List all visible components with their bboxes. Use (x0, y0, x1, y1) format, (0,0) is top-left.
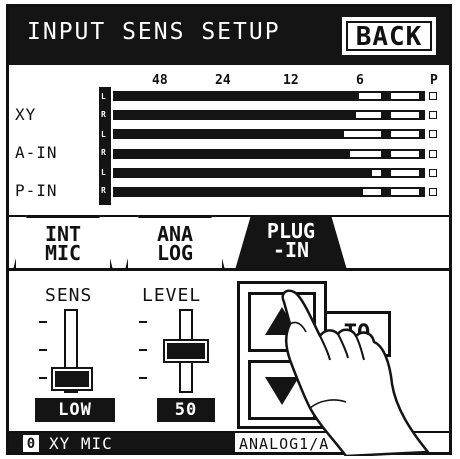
meter-bar-unlit (391, 170, 419, 176)
scale-label-24: 24 (215, 73, 231, 88)
tab-int-mic[interactable]: INT MIC (13, 215, 113, 270)
channel-letter: R (101, 186, 106, 195)
input-status: 0 XY MIC (9, 433, 235, 453)
pointing-hand-icon (281, 289, 430, 456)
meter-bar-unlit (391, 131, 419, 137)
peak-indicator (429, 92, 437, 100)
scale-label-peak: P (430, 73, 438, 88)
tab-label: LOG (156, 241, 194, 265)
slider-tick (39, 377, 47, 379)
page-title: INPUT SENS SETUP (27, 19, 281, 45)
row-label-a-in: A-IN (15, 143, 58, 162)
sens-label: SENS (45, 285, 93, 306)
meter-bar (113, 168, 425, 178)
preset-number: 0 (23, 435, 39, 452)
meter-bar-unlit (363, 189, 381, 195)
slider-tick (39, 321, 47, 323)
meter-bar-unlit (391, 189, 419, 195)
channel-letter: L (101, 92, 106, 101)
level-meter: 48 24 12 6 P XY A-IN P-IN L R L R L R (9, 65, 449, 217)
peak-indicator (429, 111, 437, 119)
level-label: LEVEL (142, 285, 202, 306)
scale-label-12: 12 (283, 73, 299, 88)
tab-label: -IN (272, 238, 310, 262)
channel-letter: R (101, 148, 106, 157)
row-label-p-in: P-IN (15, 181, 58, 200)
input-name: XY MIC (49, 434, 113, 453)
slider-tick (139, 349, 147, 351)
input-tabs: INT MIC ANA LOG PLUG -IN (9, 215, 449, 270)
slider-tick (39, 349, 47, 351)
meter-bar-unlit (356, 112, 381, 118)
meter-bar-unlit (391, 112, 419, 118)
scale-label-48: 48 (152, 73, 168, 88)
meter-bar (113, 187, 425, 197)
level-value: 50 (157, 398, 215, 422)
tab-label: MIC (44, 241, 82, 265)
sens-slider-knob[interactable] (51, 367, 93, 391)
channel-letter-column: L R L R L R (99, 87, 111, 205)
meter-bar-unlit (359, 93, 381, 99)
tab-analog[interactable]: ANA LOG (125, 215, 225, 270)
channel-letter: R (101, 110, 106, 119)
meter-bar-unlit (391, 151, 419, 157)
slider-tick (139, 321, 147, 323)
meter-bar (113, 129, 425, 139)
header-bar: INPUT SENS SETUP BACK (9, 7, 449, 65)
channel-letter: L (101, 168, 106, 177)
meter-bar-unlit (344, 131, 381, 137)
slider-tick (139, 377, 147, 379)
peak-indicator (429, 150, 437, 158)
back-button[interactable]: BACK (342, 17, 436, 55)
sens-value: LOW (35, 398, 115, 422)
row-label-xy: XY (15, 105, 37, 124)
level-slider-knob[interactable] (163, 339, 209, 363)
meter-bar (113, 110, 425, 120)
tab-plug-in[interactable]: PLUG -IN (235, 215, 347, 270)
peak-indicator (429, 169, 437, 177)
meter-bar-unlit (391, 93, 419, 99)
meter-bar (113, 149, 425, 159)
peak-indicator (429, 130, 437, 138)
channel-letter: L (101, 130, 106, 139)
scale-label-6: 6 (356, 73, 364, 88)
peak-indicator (429, 188, 437, 196)
meter-bar-unlit (350, 151, 381, 157)
meter-bar (113, 91, 425, 101)
meter-bar-unlit (372, 170, 381, 176)
